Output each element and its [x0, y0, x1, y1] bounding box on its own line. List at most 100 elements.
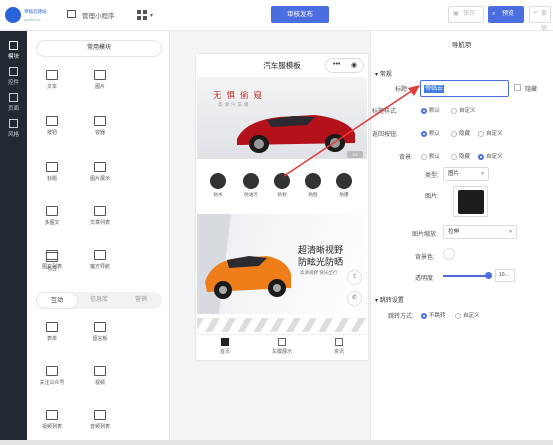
phone-tab-label: 车膜展示 [271, 349, 292, 355]
radio-unselected [478, 130, 484, 137]
chevron-down-icon[interactable]: ▾ [150, 12, 153, 19]
color-picker[interactable] [443, 248, 455, 260]
image-scale-label: 图片缩放: [412, 232, 438, 238]
controls-icon [9, 67, 18, 76]
section-general[interactable]: ▾ 常规 [375, 69, 392, 78]
banner2-title-line2: 防眩光防晒 [298, 257, 344, 267]
phone-tab-film-show[interactable]: 车膜展示 [262, 338, 302, 355]
radio-label: 默认 [429, 154, 441, 160]
module-label: 标题 [46, 176, 57, 182]
radio-unselected [451, 130, 457, 137]
jump-none[interactable]: 不跳转 [421, 311, 446, 319]
module-message-board[interactable]: 留言板 [82, 316, 118, 352]
module-title[interactable]: 标题 [34, 156, 70, 192]
grid-icon[interactable] [137, 10, 147, 20]
undo-button[interactable]: ↶ 撤销 [529, 6, 551, 32]
multi-article-icon [46, 206, 58, 216]
publish-button[interactable]: 审核发布 [271, 6, 329, 23]
home-icon [221, 338, 229, 346]
module-label: 表单 [46, 336, 57, 342]
opacity-label: 透明度: [415, 276, 435, 282]
mini-program-capsule: ••• ◉ [325, 58, 364, 73]
logo-subtitle: qq393.cn [24, 17, 41, 22]
banner2-subtitle: 高清视野 快乐出行 [300, 270, 338, 275]
back-hide[interactable]: 隐藏 [451, 129, 470, 137]
module-magic-nav[interactable]: 魔方导航 [82, 244, 118, 280]
opacity-slider[interactable] [443, 275, 489, 277]
manager-link[interactable]: 管理小程序 [82, 10, 115, 20]
share-icon[interactable]: ⇪ [347, 270, 362, 285]
audio-list-icon [94, 410, 106, 420]
radio-unselected [455, 312, 461, 319]
opacity-slider-handle[interactable] [485, 272, 492, 279]
radio-label: 隐藏 [459, 154, 471, 160]
feature-oil-proof[interactable]: 防油污 [241, 173, 261, 198]
radio-label: 自定义 [486, 131, 503, 137]
hide-label: 隐藏 [525, 87, 538, 93]
module-video[interactable]: 视频 [82, 360, 118, 396]
radio-selected [421, 312, 427, 319]
image-thumbnail [458, 190, 484, 214]
search-icon: ⌕ [492, 11, 496, 17]
module-image[interactable]: 图片 [82, 64, 118, 100]
module-container[interactable]: 容器 [82, 110, 118, 146]
save-button[interactable]: ▣ 保存 [448, 6, 484, 23]
image-scale-select[interactable]: 拉伸 ▾ [443, 225, 517, 239]
chevron-down-icon: ▾ [509, 229, 512, 235]
bg-hide[interactable]: 隐藏 [451, 152, 470, 160]
hide-checkbox[interactable] [514, 84, 521, 91]
banner1-subtitle: 高清汽车膜 [218, 102, 251, 107]
section-common-modules[interactable]: 常用模块 [36, 40, 162, 57]
feature-waterproof[interactable]: 防水 [208, 173, 228, 198]
module-audio-list[interactable]: 音频列表 [82, 404, 118, 440]
horizontal-scrollbar[interactable] [0, 440, 553, 445]
phone-tab-label: 首页 [219, 349, 230, 355]
type-select[interactable]: 图片 ▾ [443, 167, 489, 181]
phone-icon[interactable]: ✆ [347, 291, 362, 306]
module-multi-article[interactable]: 多图文 [34, 200, 70, 236]
sidebar-item-modules[interactable]: 模块 [0, 41, 27, 60]
module-button[interactable]: 按钮 [34, 110, 70, 146]
tab-info-library[interactable]: 信息库 [78, 292, 120, 309]
module-article-list[interactable]: 文章列表 [82, 200, 118, 236]
sidebar-item-style[interactable]: 风格 [0, 119, 27, 138]
module-video-list[interactable]: 视频列表 [34, 404, 70, 440]
save-label: 保存 [463, 11, 476, 17]
section-jump[interactable]: ▾ 跳转设置 [375, 295, 404, 304]
phone-tab-news[interactable]: 资讯 [319, 338, 359, 355]
bg-custom[interactable]: 自定义 [478, 152, 503, 160]
bg-color-label: 背景色: [415, 255, 435, 261]
module-label: 音频列表 [89, 424, 110, 430]
title-style-custom[interactable]: 自定义 [451, 106, 476, 114]
module-tag[interactable]: 标签 [34, 246, 70, 282]
left-sidebar: 模块 控件 页面 风格 [0, 31, 27, 445]
preview-label: 预览 [502, 11, 515, 17]
image-upload[interactable] [453, 186, 488, 217]
phone-tab-home[interactable]: 首页 [205, 338, 245, 355]
radio-label: 不跳转 [429, 313, 446, 319]
module-label: 魔方导航 [89, 264, 110, 270]
plus-box-icon [9, 41, 18, 50]
video-icon [94, 366, 106, 376]
jump-custom[interactable]: 自定义 [455, 311, 480, 319]
sidebar-item-pages[interactable]: 页面 [0, 93, 27, 112]
preview-button[interactable]: ⌕ 预览 [488, 6, 524, 23]
module-text[interactable]: 文本 [34, 64, 70, 100]
follow-icon [46, 366, 58, 376]
title-input[interactable]: 帝临云 [420, 80, 509, 97]
save-icon: ▣ [453, 11, 459, 17]
module-form[interactable]: 表单 [34, 316, 70, 352]
module-label: 文章列表 [89, 220, 110, 226]
module-label: 留言板 [92, 336, 108, 342]
tab-marketing[interactable]: 营销 [120, 292, 162, 309]
sidebar-item-controls[interactable]: 控件 [0, 67, 27, 86]
message-icon [94, 322, 106, 332]
feature-label: 防水 [213, 192, 223, 197]
opacity-input[interactable]: 10... [495, 269, 515, 282]
tab-interactive[interactable]: 互动 [36, 292, 78, 309]
grid-dots-icon [94, 250, 106, 260]
back-custom[interactable]: 自定义 [478, 129, 503, 137]
module-follow-account[interactable]: 关注公众号 [34, 360, 70, 396]
sidebar-label-pages: 页面 [7, 106, 19, 112]
module-image-show[interactable]: 图片展示 [82, 156, 118, 192]
